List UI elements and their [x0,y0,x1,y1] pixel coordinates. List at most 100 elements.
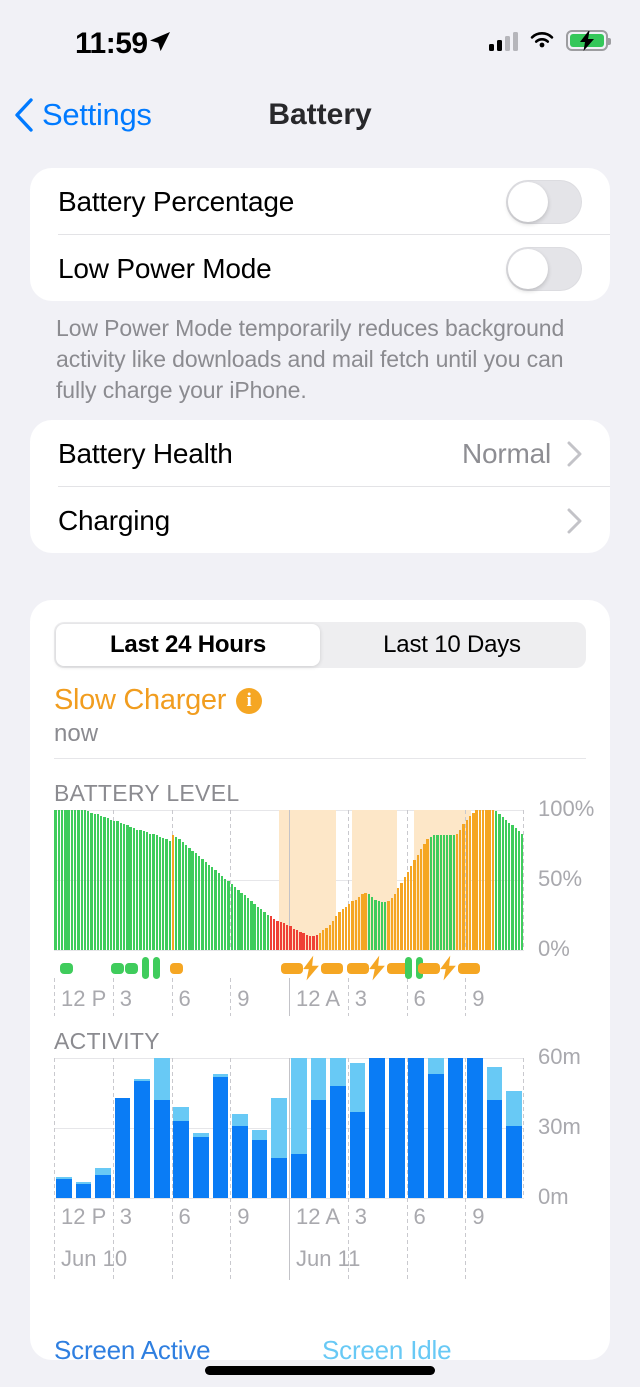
activity-bar-screen-idle [232,1114,248,1126]
activity-bar-screen-active [114,1097,131,1198]
battery-level-bar [135,829,139,950]
time-range-segmented-control[interactable]: Last 24 Hours Last 10 Days [54,622,586,668]
activity-bar-screen-active [467,1058,483,1198]
charging-label: Charging [58,504,171,536]
battery-level-x-tick: 6 [413,986,426,1011]
battery-level-bar [446,835,449,950]
activity-bar-screen-idle [193,1132,209,1138]
battery-level-bar [292,929,295,950]
battery-level-bar [384,902,387,950]
battery-level-bar [478,810,482,950]
battery-level-bar [64,810,67,950]
charging-status-strip [54,955,524,981]
battery-level-bar [361,894,364,950]
battery-level-bar [165,839,168,950]
battery-level-bar [344,906,348,950]
lightning-bolt-icon [439,955,456,981]
low-power-mode-toggle[interactable] [506,246,582,291]
battery-level-bar [198,856,201,950]
navigation-bar: Battery Settings [0,86,640,144]
legend-screen-idle: Screen Idle 4h 47m [322,1335,452,1360]
row-low-power-mode[interactable]: Low Power Mode [30,235,610,301]
activity-bar-screen-active [310,1100,327,1198]
battery-level-bar [338,912,341,950]
battery-level-bar [211,867,214,950]
battery-level-bar [83,810,87,950]
battery-level-y-tick: 50% [538,866,583,891]
activity-bar-screen-idle [290,1058,307,1154]
segment-last-24-hours[interactable]: Last 24 Hours [56,624,320,666]
slow-charger-label: Slow Charger [54,684,227,716]
battery-level-bar [122,824,126,950]
battery-health-card: Battery Health Normal Charging [30,420,610,553]
low-power-mode-footnote: Low Power Mode temporarily reduces backg… [56,315,565,403]
battery-level-x-tick: 6 [178,986,191,1011]
activity-x-tick: 12 A [296,1204,341,1229]
battery-level-bar [403,877,406,950]
battery-level-bar [370,896,374,950]
battery-level-bar [325,927,328,950]
activity-bar-screen-active [290,1153,307,1198]
battery-level-bar [142,831,145,950]
activity-x-tick: 9 [237,1204,250,1229]
battery-level-bar [116,821,119,950]
battery-level-bar [220,875,224,950]
battery-level-bar [106,818,109,950]
battery-level-bar [501,817,504,950]
battery-level-bar [227,881,230,950]
chevron-left-icon [15,98,33,132]
battery-level-bar [312,936,315,950]
battery-level-bar [488,810,491,950]
battery-percentage-toggle[interactable] [506,179,582,224]
row-battery-percentage[interactable]: Battery Percentage [30,168,610,235]
segment-last-10-days[interactable]: Last 10 Days [320,624,584,666]
info-circle-icon[interactable]: i [236,687,263,714]
lightning-bolt-icon [369,955,386,981]
battery-level-x-tick: 12 P [61,986,107,1011]
slow-charger-warning[interactable]: Slow Charger i [54,684,263,717]
battery-level-bar [423,843,426,950]
battery-level-bar [149,833,152,950]
battery-usage-card: Last 24 Hours Last 10 Days Slow Charger … [30,600,610,1360]
battery-level-bar [109,819,113,950]
battery-level-bar [335,916,338,950]
battery-level-bar [90,812,93,950]
battery-level-bar [305,934,309,950]
lightning-bolt-icon [302,955,319,981]
row-battery-health[interactable]: Battery Health Normal [30,420,610,487]
charging-marker-dot [169,963,183,974]
battery-level-bar [390,898,393,950]
battery-level-bar [413,860,416,950]
activity-y-tick: 30m [538,1114,581,1139]
battery-level-plot [54,810,524,951]
battery-level-bar [96,814,100,950]
chevron-right-icon [567,508,582,534]
battery-level-bar [162,838,165,950]
back-button[interactable]: Settings [14,86,152,144]
battery-level-y-tick: 0% [538,936,570,961]
activity-bar-screen-idle [212,1074,229,1077]
activity-bar-screen-active [193,1137,209,1198]
status-bar-time: 11:59 [75,27,148,60]
chevron-right-icon [567,441,582,467]
activity-bar-screen-active [369,1058,385,1198]
battery-level-bar [357,896,361,950]
activity-y-tick: 0m [538,1184,569,1209]
activity-plot [54,1058,524,1199]
battery-level-bar [511,825,514,950]
battery-level-x-tick: 12 A [296,986,341,1011]
battery-level-bar [273,919,276,950]
battery-level-bar [364,892,367,950]
activity-bar-screen-idle [55,1177,72,1180]
activity-bar-screen-idle [428,1058,444,1075]
row-charging[interactable]: Charging [30,487,610,553]
status-bar: 11:59 [0,0,640,80]
battery-level-bar [419,849,423,950]
activity-bar-screen-active [388,1058,405,1198]
activity-bar-screen-active [134,1081,150,1198]
battery-level-bar [279,922,282,950]
battery-level-bar [181,842,185,950]
activity-bar-screen-active [408,1058,425,1198]
activity-bar-screen-idle [330,1058,346,1086]
battery-level-bar [433,835,436,950]
